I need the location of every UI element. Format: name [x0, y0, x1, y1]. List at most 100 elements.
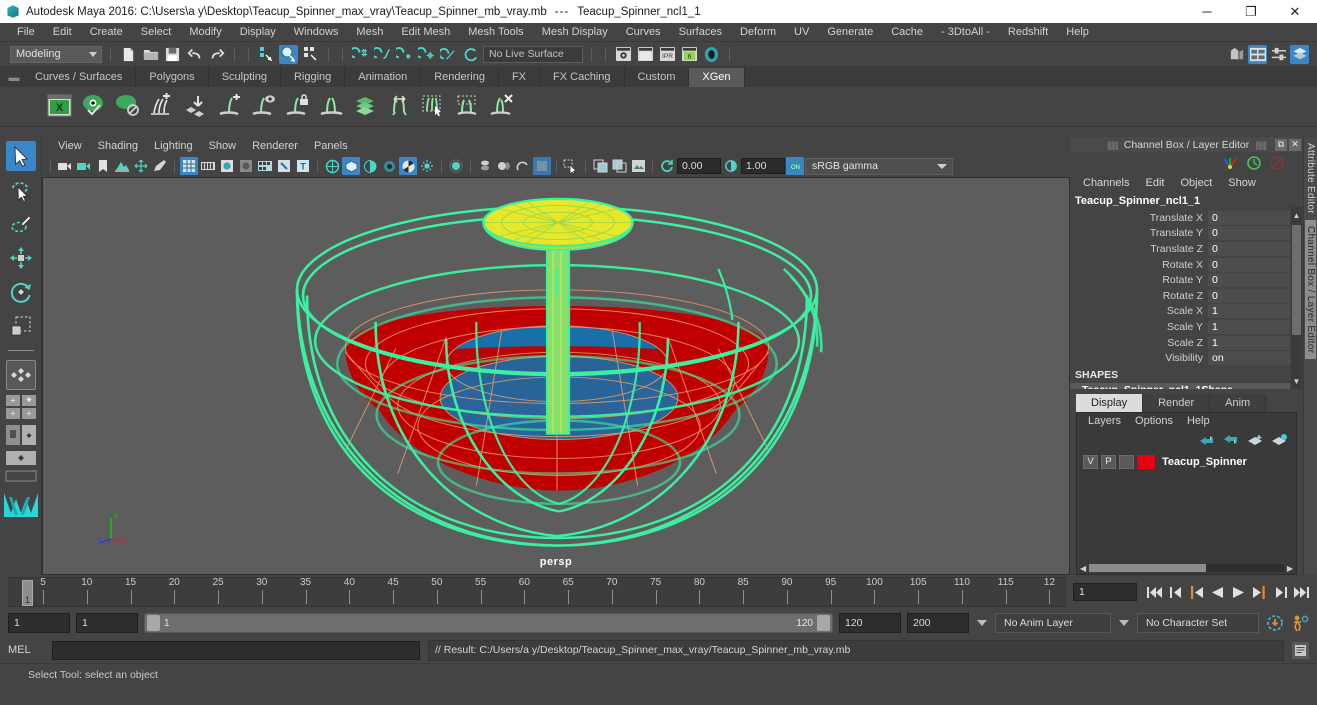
perspective-viewport[interactable]: y x z persp	[42, 177, 1070, 575]
xgen-add-guide-icon[interactable]	[216, 93, 243, 120]
script-editor-icon[interactable]	[1292, 641, 1309, 659]
move-layer-up-icon[interactable]	[1199, 433, 1216, 447]
play-forwards-icon[interactable]	[1229, 583, 1248, 602]
layer-menu-layers[interactable]: Layers	[1081, 413, 1128, 430]
viewport-menu-shading[interactable]: Shading	[90, 137, 146, 155]
create-empty-layer-icon[interactable]	[1247, 433, 1264, 447]
channel-value[interactable]: 0	[1208, 241, 1290, 256]
rotate-tool-button[interactable]	[6, 277, 36, 307]
channel-value[interactable]: 1	[1208, 304, 1290, 319]
viewport-menu-renderer[interactable]: Renderer	[244, 137, 306, 155]
panel-grip-icon-right[interactable]: ||||||||	[1255, 140, 1267, 150]
open-scene-icon[interactable]	[141, 45, 160, 64]
xgen-region-icon[interactable]	[454, 93, 481, 120]
tab-channel-box-layer-editor[interactable]: Channel Box / Layer Editor	[1305, 219, 1316, 360]
channel-label[interactable]: Translate X	[1070, 212, 1208, 224]
time-slider[interactable]: 1 5 10 15 20 25 30 35 40 45 50 55 60 65 70 75 80 85 90 95 1…	[8, 577, 1067, 607]
xgen-delete-guides-icon[interactable]	[488, 93, 515, 120]
snap-curve-tool-button[interactable]	[5, 424, 37, 446]
step-forward-keyframe-icon[interactable]	[1271, 583, 1290, 602]
gamma-correct-icon[interactable]	[514, 157, 532, 175]
snap-to-view-plane-icon[interactable]	[439, 45, 458, 64]
menu-item-display[interactable]: Display	[231, 23, 285, 42]
layer-row[interactable]: V P Teacup_Spinner	[1079, 453, 1294, 470]
channel-menu-show[interactable]: Show	[1221, 174, 1263, 193]
channel-value[interactable]: 0	[1208, 288, 1290, 303]
scroll-track[interactable]	[1089, 564, 1284, 572]
channel-value[interactable]: 0	[1208, 210, 1290, 225]
show-hide-channel-box-icon[interactable]	[1248, 44, 1267, 64]
xgen-guide-display-icon[interactable]	[250, 93, 277, 120]
move-tool-button[interactable]	[6, 243, 36, 273]
shelf-tab-curves-surfaces[interactable]: Curves / Surfaces	[22, 68, 137, 87]
range-start-field[interactable]: 1	[76, 613, 138, 633]
manipulator-axis-icon[interactable]	[1221, 155, 1239, 171]
render-settings-icon[interactable]: 6	[680, 45, 699, 64]
show-hide-tool-settings-icon[interactable]	[1290, 44, 1309, 64]
scroll-thumb[interactable]	[1089, 564, 1206, 572]
last-tool-button[interactable]	[5, 360, 36, 390]
layer-menu-options[interactable]: Options	[1128, 413, 1180, 430]
menu-item-redshift[interactable]: Redshift	[999, 23, 1057, 42]
layer-color-swatch[interactable]	[1137, 454, 1155, 469]
channel-value[interactable]: 1	[1208, 319, 1290, 334]
scroll-right-arrow-icon[interactable]: ▶	[1287, 564, 1293, 573]
redo-render-icon[interactable]	[636, 45, 655, 64]
viewport-paste-icon[interactable]	[610, 157, 628, 175]
menu-item-uv[interactable]: UV	[785, 23, 818, 42]
use-all-lights-icon[interactable]	[256, 157, 274, 175]
viewport-menu-panels[interactable]: Panels	[306, 137, 356, 155]
shelf-tab-fx[interactable]: FX	[498, 68, 541, 87]
menu-item-3dtoall[interactable]: - 3DtoAll -	[932, 23, 999, 42]
layer-tab-anim[interactable]: Anim	[1210, 394, 1267, 412]
xgen-sculpt-guide-icon[interactable]	[318, 93, 345, 120]
step-back-keyframe-icon[interactable]	[1166, 583, 1185, 602]
shelf-grip-icon[interactable]: ▬	[6, 68, 22, 87]
shape-node-name[interactable]: Teacup_Spinner_ncl1_1Shape	[1070, 382, 1290, 389]
xgen-import-icon[interactable]	[182, 93, 209, 120]
channel-label[interactable]: Rotate X	[1070, 259, 1208, 271]
channel-label[interactable]: Scale X	[1070, 305, 1208, 317]
scroll-up-arrow-icon[interactable]: ▲	[1291, 209, 1302, 221]
shade-with-textures-icon[interactable]	[237, 157, 255, 175]
paint-select-tool-button[interactable]	[6, 209, 36, 239]
animation-start-field[interactable]: 1	[8, 613, 70, 633]
snap-grid-tool-button[interactable]: + + +	[5, 394, 37, 420]
range-end-field[interactable]: 120	[839, 613, 901, 633]
viewport-menu-lighting[interactable]: Lighting	[146, 137, 201, 155]
menu-item-edit-mesh[interactable]: Edit Mesh	[392, 23, 459, 42]
undock-panel-button[interactable]: ⧉	[1275, 138, 1287, 151]
layer-shading-toggle[interactable]	[1119, 454, 1134, 469]
undo-icon[interactable]	[185, 45, 204, 64]
select-tool-button[interactable]	[5, 141, 36, 171]
exposure-icon[interactable]	[658, 157, 676, 175]
lasso-select-tool-button[interactable]	[6, 175, 36, 205]
minimize-button[interactable]: ─	[1185, 0, 1229, 23]
range-start-handle[interactable]	[147, 615, 160, 631]
select-objects-viewport-icon[interactable]	[562, 157, 580, 175]
menu-item-mesh[interactable]: Mesh	[347, 23, 392, 42]
camera-attributes-icon[interactable]	[75, 157, 93, 175]
channel-value[interactable]: 1	[1208, 335, 1290, 350]
menu-item-select[interactable]: Select	[132, 23, 181, 42]
scale-tool-button[interactable]	[6, 311, 36, 341]
snap-to-projected-center-icon[interactable]	[417, 45, 436, 64]
layer-name[interactable]: Teacup_Spinner	[1162, 456, 1247, 468]
layer-visibility-toggle[interactable]: V	[1083, 454, 1098, 469]
grease-pencil-icon[interactable]	[151, 157, 169, 175]
layer-tab-display[interactable]: Display	[1076, 394, 1144, 412]
anim-layer-dropdown-arrow-icon[interactable]	[977, 620, 987, 626]
bookmark-icon[interactable]	[94, 157, 112, 175]
new-scene-icon[interactable]	[119, 45, 138, 64]
texture-display-icon[interactable]: T	[294, 157, 312, 175]
channel-value[interactable]: 0	[1208, 226, 1290, 241]
layer-menu-help[interactable]: Help	[1180, 413, 1217, 430]
isolate-select-icon[interactable]	[447, 157, 465, 175]
step-back-frame-icon[interactable]	[1187, 583, 1206, 602]
play-backwards-icon[interactable]	[1208, 583, 1227, 602]
create-layer-from-selected-icon[interactable]	[1271, 433, 1288, 447]
xgen-preview-icon[interactable]	[80, 93, 107, 120]
smooth-shade-all-icon[interactable]	[199, 157, 217, 175]
close-panel-button[interactable]: ✕	[1289, 138, 1301, 151]
command-input-field[interactable]	[52, 640, 420, 660]
